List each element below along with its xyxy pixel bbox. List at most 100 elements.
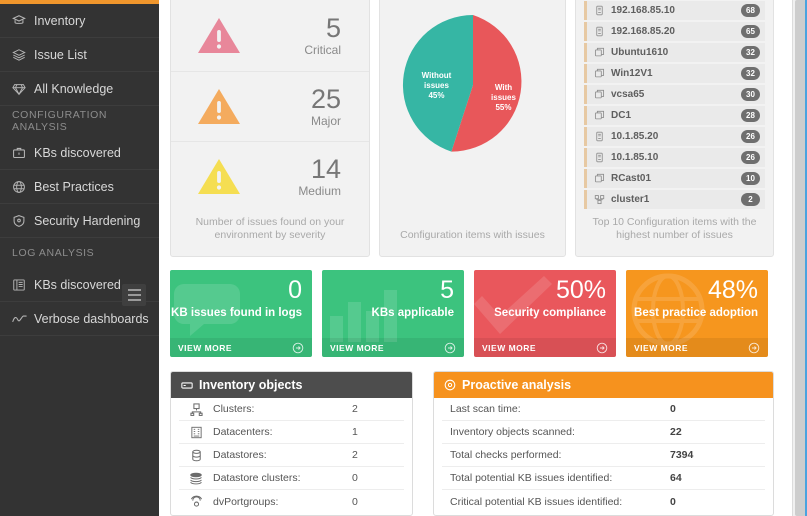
arrow-circle-right-icon [444,342,456,354]
row-label: Total checks performed: [450,449,562,461]
issues-by-severity-panel: 5 Critical 25 Major 14 Medium Number of … [170,0,370,257]
row-label: Datastore clusters: [213,472,301,484]
proactive-analysis-header: Proactive analysis [434,372,773,398]
table-row[interactable]: Datastores: 2 [179,444,404,467]
sidebar-section-log-analysis: LOG ANALYSIS [12,247,95,259]
configuration-items-pie-panel: Without issues 45% With issues 55% Confi… [379,0,566,257]
vm-icon [594,110,611,121]
severity-value-group: 25 Major [267,83,369,128]
list-item-name: Win12V1 [611,68,653,79]
sidebar-item-security-hardening[interactable]: Security Hardening [0,204,159,238]
list-item[interactable]: Ubuntu1610 32 [584,43,765,62]
kpi-card-kbs-applicable[interactable]: 5 KBs applicable VIEW MORE [322,270,464,357]
issue-count-badge: 30 [741,88,760,101]
severity-count: 14 [310,153,341,184]
severity-count: 5 [325,13,341,43]
datacenter-icon [179,426,213,439]
table-row[interactable]: dvPortgroups: 0 [179,490,404,513]
datastore-cluster-icon [179,472,213,485]
kpi-value: 5 [440,276,454,304]
warning-triangle-icon [171,86,267,128]
issue-count-badge: 10 [741,172,760,185]
kpi-footer[interactable]: VIEW MORE [626,338,768,357]
row-value: 2 [352,449,358,461]
kpi-value: 0 [288,276,302,304]
issue-count-badge: 32 [741,67,760,80]
sidebar: Inventory Issue List All Knowledge CONFI… [0,0,159,516]
severity-row-major: 25 Major [171,71,369,141]
kpi-view-more-label: VIEW MORE [330,342,385,353]
kpi-footer[interactable]: VIEW MORE [474,338,616,357]
kpi-card-kb-issues-in-logs[interactable]: 0 KB issues found in logs VIEW MORE [170,270,312,357]
row-value: 7394 [670,449,694,461]
row-value: 64 [670,472,682,484]
top10-panel-caption: Top 10 Configuration items with the high… [592,216,757,241]
sidebar-item-best-practices[interactable]: Best Practices [0,170,159,204]
list-item[interactable]: 10.1.85.20 26 [584,127,765,146]
sidebar-item-label: KBs discovered [34,277,121,292]
sidebar-item-all-knowledge[interactable]: All Knowledge [0,72,159,106]
sidebar-collapse-button[interactable] [122,284,146,306]
row-label: Inventory objects scanned: [450,426,575,438]
kpi-card-security-compliance[interactable]: 50% Security compliance VIEW MORE [474,270,616,357]
page-scrollbar[interactable] [792,0,807,516]
kpi-view-more-label: VIEW MORE [482,342,537,353]
issue-count-badge: 28 [741,109,760,122]
issue-count-badge: 26 [741,151,760,164]
table-row[interactable]: Total potential KB issues identified: 64 [442,467,765,490]
row-label: Datastores: [213,449,267,461]
list-item-name: RCast01 [611,173,652,184]
issue-count-badge: 26 [741,130,760,143]
inventory-objects-table: Clusters: 2 Datacenters: 1 Datastores: 2 [171,398,412,513]
severity-count: 25 [310,83,341,114]
list-item[interactable]: 192.168.85.20 65 [584,22,765,41]
trend-line-icon [12,311,34,327]
hamburger-icon-line [127,294,141,296]
sidebar-item-verbose-dashboards[interactable]: Verbose dashboards [0,302,159,336]
severity-label: Major [310,113,341,128]
table-row[interactable]: Inventory objects scanned: 22 [442,421,765,444]
table-row[interactable]: Datastore clusters: 0 [179,467,404,490]
table-row[interactable]: Critical potential KB issues identified:… [442,490,765,513]
list-item[interactable]: cluster1 2 [584,190,765,209]
inventory-icon [12,13,34,29]
dashboard-main: 5 Critical 25 Major 14 Medium Number of … [159,0,807,516]
sidebar-item-label: KBs discovered [34,145,121,160]
kpi-label: KB issues found in logs [171,307,302,319]
list-item-name: Ubuntu1610 [611,47,669,58]
briefcase-icon [12,145,34,161]
pie-panel-caption: Configuration items with issues [400,229,545,241]
sidebar-section-configuration-analysis: CONFIGURATION ANALYSIS [12,109,108,133]
table-row[interactable]: Last scan time: 0 [442,398,765,421]
row-label: Critical potential KB issues identified: [450,495,623,508]
list-item[interactable]: DC1 28 [584,106,765,125]
proactive-analysis-table: Last scan time: 0 Inventory objects scan… [434,398,773,513]
row-label: dvPortgroups: [213,495,279,508]
kpi-view-more-label: VIEW MORE [178,342,233,353]
layers-icon [12,47,34,63]
sidebar-item-label: Verbose dashboards [34,311,149,326]
list-item[interactable]: 10.1.85.10 26 [584,148,765,167]
severity-row-critical: 5 Critical [171,1,369,71]
table-row[interactable]: Clusters: 2 [179,398,404,421]
table-row[interactable]: Total checks performed: 7394 [442,444,765,467]
list-item[interactable]: RCast01 10 [584,169,765,188]
sidebar-item-inventory[interactable]: Inventory [0,4,159,38]
kpi-footer[interactable]: VIEW MORE [322,338,464,357]
severity-value-group: 5 Critical [267,13,369,58]
kpi-label: Best practice adoption [634,307,758,319]
sidebar-item-issue-list[interactable]: Issue List [0,38,159,72]
sidebar-item-kbs-discovered-config[interactable]: KBs discovered [0,136,159,170]
list-item[interactable]: Win12V1 32 [584,64,765,83]
table-row[interactable]: Datacenters: 1 [179,421,404,444]
severity-panel-caption: Number of issues found on your environme… [195,216,345,241]
kpi-card-best-practice-adoption[interactable]: 48% Best practice adoption VIEW MORE [626,270,768,357]
list-item-name: 192.168.85.20 [611,26,675,37]
host-server-icon [594,5,611,16]
list-item[interactable]: 192.168.85.10 68 [584,1,765,20]
warning-triangle-icon [171,156,267,198]
list-item[interactable]: vcsa65 30 [584,85,765,104]
host-server-icon [594,131,611,142]
inventory-objects-panel: Inventory objects Clusters: 2 Datacenter… [170,371,413,516]
kpi-footer[interactable]: VIEW MORE [170,338,312,357]
